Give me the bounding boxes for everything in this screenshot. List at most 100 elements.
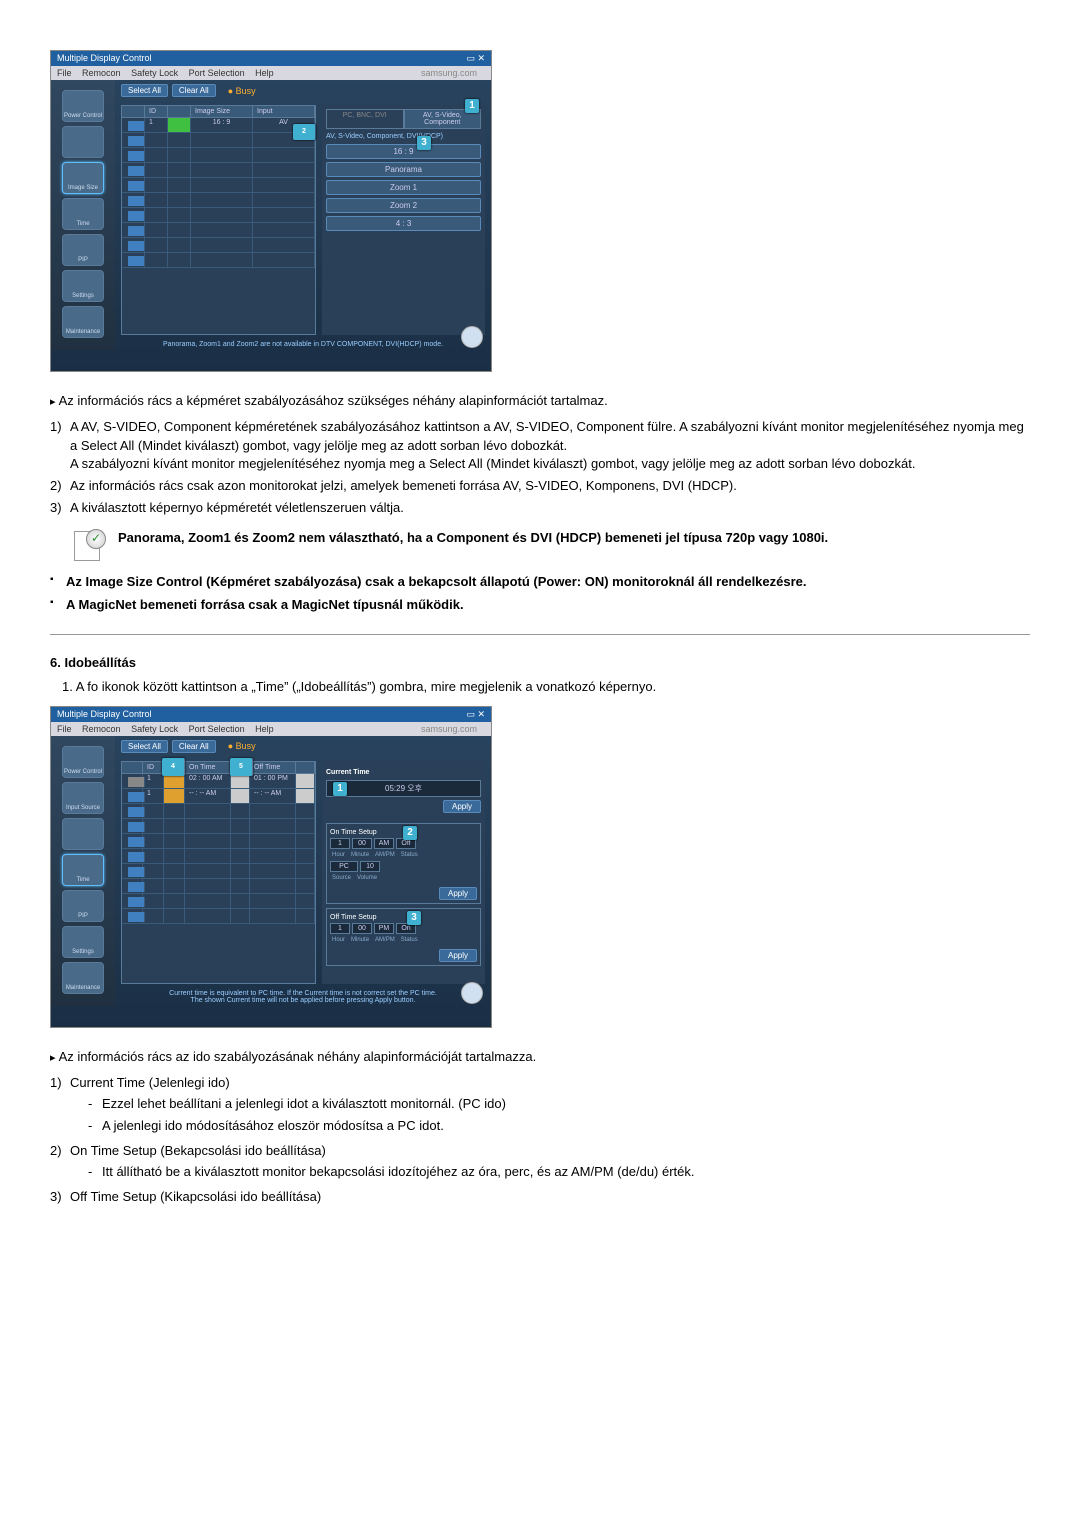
table-row[interactable] (122, 238, 315, 253)
sidebar-pip-icon[interactable]: PIP (62, 890, 104, 922)
checkbox-icon[interactable] (128, 196, 145, 206)
clear-all-button[interactable]: Clear All (172, 84, 216, 97)
opt-zoom1[interactable]: Zoom 1 (326, 180, 481, 195)
current-time-label: Current Time (326, 769, 481, 776)
panel-label: AV, S-Video, Component, DVI(HDCP) (326, 133, 481, 140)
table-row[interactable] (122, 909, 315, 924)
checkbox-icon[interactable] (128, 226, 145, 236)
apply-button[interactable]: Apply (439, 887, 477, 900)
sidebar-image-size-icon[interactable] (62, 818, 104, 850)
menu-file[interactable]: File (57, 724, 72, 734)
ampm-select[interactable]: PM (374, 923, 394, 934)
table-row[interactable] (122, 208, 315, 223)
sidebar-settings-icon[interactable]: Settings (62, 926, 104, 958)
apply-button[interactable]: Apply (439, 949, 477, 962)
callout-2: 2 (293, 124, 316, 140)
opt-panorama[interactable]: Panorama (326, 162, 481, 177)
list-text: On Time Setup (Bekapcsolási ido beállítá… (70, 1142, 1030, 1184)
hour-input[interactable]: 1 (330, 923, 350, 934)
table-row[interactable] (122, 879, 315, 894)
checkbox-icon[interactable] (128, 136, 145, 146)
checkbox-icon[interactable] (128, 151, 145, 161)
window-title: Multiple Display Control (57, 53, 152, 64)
source-input[interactable]: PC (330, 861, 358, 872)
info-grid: ID On Time Off Time 4 5 1 02 : 00 AM (121, 761, 316, 984)
apply-button[interactable]: Apply (443, 800, 481, 813)
menubar: File Remocon Safety Lock Port Selection … (51, 66, 491, 80)
select-all-button[interactable]: Select All (121, 740, 168, 753)
menu-safety-lock[interactable]: Safety Lock (131, 724, 178, 734)
table-row[interactable] (122, 223, 315, 238)
menu-file[interactable]: File (57, 68, 72, 78)
minute-input[interactable]: 00 (352, 923, 372, 934)
numbered-list: 1) Current Time (Jelenlegi ido) -Ezzel l… (50, 1074, 1030, 1206)
list-text: A AV, S-VIDEO, Component képméretének sz… (70, 418, 1030, 473)
table-row[interactable] (122, 193, 315, 208)
toggle-icon[interactable] (296, 774, 315, 788)
menu-port-selection[interactable]: Port Selection (189, 68, 245, 78)
table-row[interactable] (122, 864, 315, 879)
table-row[interactable] (122, 148, 315, 163)
menu-help[interactable]: Help (255, 724, 274, 734)
info-icon[interactable] (461, 326, 483, 348)
screenshot-time: Multiple Display Control ▭ ✕ File Remoco… (50, 706, 492, 1028)
toggle-icon[interactable] (231, 774, 250, 788)
toggle-icon[interactable] (296, 789, 315, 803)
checkbox-icon[interactable] (128, 256, 145, 266)
menu-remocon[interactable]: Remocon (82, 724, 121, 734)
table-row[interactable] (122, 819, 315, 834)
off-time-label: Off Time Setup (330, 914, 377, 921)
info-icon[interactable] (461, 982, 483, 1004)
logo: samsung.com (421, 724, 477, 734)
sidebar-time-icon[interactable]: Time (62, 854, 104, 886)
intro-text: Az információs rács a képméret szabályoz… (50, 392, 1030, 410)
menubar: File Remocon Safety Lock Port Selection … (51, 722, 491, 736)
sidebar-maintenance-icon[interactable]: Maintenance (62, 962, 104, 994)
sidebar-input-icon[interactable] (62, 126, 104, 158)
checkbox-icon[interactable] (128, 211, 145, 221)
table-row[interactable]: 1 16 : 9 AV 2 (122, 118, 315, 133)
opt-zoom2[interactable]: Zoom 2 (326, 198, 481, 213)
checkbox-icon[interactable] (128, 181, 145, 191)
sidebar-image-size-icon[interactable]: Image Size (62, 162, 104, 194)
table-row[interactable] (122, 894, 315, 909)
checkbox-icon[interactable] (128, 121, 145, 131)
table-row[interactable] (122, 804, 315, 819)
sidebar-maintenance-icon[interactable]: Maintenance (62, 306, 104, 338)
sidebar-settings-icon[interactable]: Settings (62, 270, 104, 302)
volume-input[interactable]: 10 (360, 861, 380, 872)
table-row[interactable] (122, 849, 315, 864)
sidebar-power-icon[interactable]: Power Control (62, 746, 104, 778)
sidebar-pip-icon[interactable]: PIP (62, 234, 104, 266)
table-row[interactable] (122, 133, 315, 148)
col-image-size: Image Size (191, 106, 253, 117)
window-titlebar: Multiple Display Control ▭ ✕ (51, 51, 491, 66)
menu-safety-lock[interactable]: Safety Lock (131, 68, 178, 78)
table-row[interactable] (122, 178, 315, 193)
menu-help[interactable]: Help (255, 68, 274, 78)
table-row[interactable] (122, 253, 315, 268)
opt-4-3[interactable]: 4 : 3 (326, 216, 481, 231)
clear-all-button[interactable]: Clear All (172, 740, 216, 753)
sidebar-input-icon[interactable]: Input Source (62, 782, 104, 814)
menu-remocon[interactable]: Remocon (82, 68, 121, 78)
list-text: Current Time (Jelenlegi ido) -Ezzel lehe… (70, 1074, 1030, 1138)
checkbox-icon[interactable] (128, 241, 145, 251)
ampm-input[interactable]: AM (374, 838, 394, 849)
menu-port-selection[interactable]: Port Selection (189, 724, 245, 734)
list-text: Az információs rács csak azon monitoroka… (70, 477, 1030, 495)
table-row[interactable] (122, 834, 315, 849)
hour-input[interactable]: 1 (330, 838, 350, 849)
table-row[interactable]: 1 02 : 00 AM 01 : 00 PM (122, 774, 315, 789)
toggle-icon[interactable] (231, 789, 250, 803)
table-row[interactable] (122, 163, 315, 178)
sidebar-power-icon[interactable]: Power Control (62, 90, 104, 122)
window-controls-icon: ▭ ✕ (466, 709, 485, 720)
tab-pc-bnc-dvi[interactable]: PC, BNC, DVI (326, 109, 404, 129)
select-all-button[interactable]: Select All (121, 84, 168, 97)
table-row[interactable]: 1 -- : -- AM -- : -- AM (122, 789, 315, 804)
sidebar-time-icon[interactable]: Time (62, 198, 104, 230)
minute-input[interactable]: 00 (352, 838, 372, 849)
checkbox-icon[interactable] (128, 166, 145, 176)
opt-16-9[interactable]: 16 : 9 (326, 144, 481, 159)
